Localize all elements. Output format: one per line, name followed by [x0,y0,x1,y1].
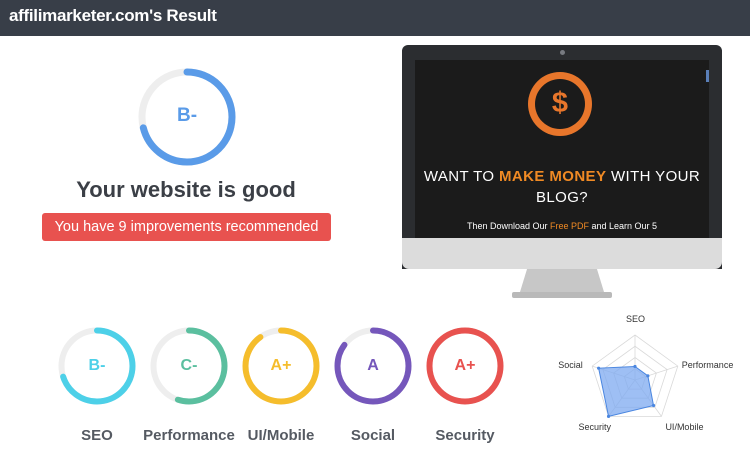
radar-label-social: Social [558,360,583,371]
metric-grade-security: A+ [454,357,476,374]
radar-label-ui-mobile: UI/Mobile [665,422,704,433]
metric-grade-ui-mobile: A+ [270,357,292,374]
metric-social[interactable]: A [333,326,413,406]
preview-sub-post: and Learn Our 5 [589,221,658,231]
monitor-foot [512,292,612,298]
dollar-coin-icon: $ [528,72,592,136]
metric-label-security: Security [435,427,495,444]
dollar-coin-inner: $ [535,79,585,129]
radar-point-seo [633,364,637,369]
radar-point-social [597,366,601,370]
overall-score-ring: B- [137,67,237,167]
radar-area [598,365,655,418]
metric-seo[interactable]: B- [57,326,137,406]
header-bar: affilimarketer.com's Result [0,0,750,36]
preview-subtext: Then Download Our Free PDF and Learn Our… [415,221,709,231]
radar-point-performance [646,374,650,378]
website-preview-monitor: $ WANT TO MAKE MONEY WITH YOUR BLOG? The… [402,45,722,298]
dollar-glyph: $ [551,87,569,119]
monitor-stand [519,269,605,293]
radar-label-performance: Performance [681,360,734,371]
screen-edge-decoration [706,70,709,82]
radar-point-security [606,414,611,419]
metric-security[interactable]: A+ [425,326,505,406]
result-headline: Your website is good [76,177,296,202]
preview-headline-pre: WANT TO [423,168,500,185]
monitor-frame: $ WANT TO MAKE MONEY WITH YOUR BLOG? The… [402,45,722,269]
radar-chart: SEO Performance UI/Mobile Security Social [558,312,750,447]
monitor-chin [402,238,722,269]
radar-label-security: Security [578,422,612,433]
radar-label-seo: SEO [626,314,646,324]
preview-headline-accent: MAKE MONEY [499,168,607,185]
metric-ui-mobile[interactable]: A+ [241,326,321,406]
metric-performance[interactable]: C- [149,326,229,406]
preview-headline: WANT TO MAKE MONEY WITH YOUR BLOG? [415,166,709,208]
improvements-badge[interactable]: You have 9 improvements recommended [42,213,331,241]
metric-grade-performance: C- [180,357,198,374]
page-title: affilimarketer.com's Result [9,6,217,25]
overall-grade: B- [176,105,198,126]
radar-point-ui-mobile [651,403,656,408]
metric-grade-seo: B- [88,357,106,374]
preview-sub-pre: Then Download Our [466,221,550,231]
metric-grade-social: A [367,357,379,374]
monitor-camera-icon [560,50,565,55]
preview-sub-accent: Free PDF [549,221,589,231]
